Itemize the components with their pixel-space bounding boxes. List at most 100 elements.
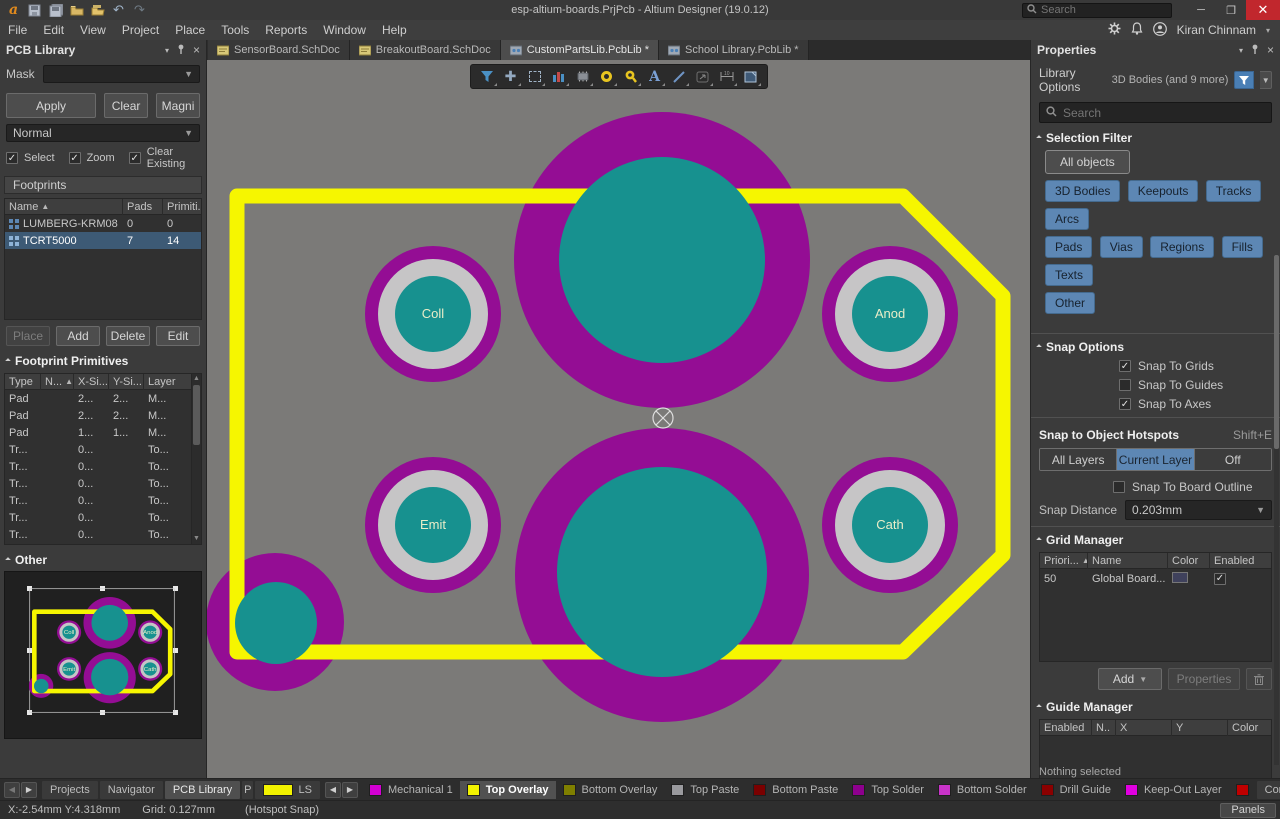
doc-tab-schoollibrary[interactable]: School Library.PcbLib * — [659, 40, 809, 60]
pcb-editor-canvas[interactable]: Coll Anod Emit Cath ✚ A 10 — [207, 60, 1030, 778]
gm-col-name[interactable]: Name — [1088, 553, 1168, 569]
mask-mode-combo[interactable]: Normal ▼ — [6, 124, 200, 142]
fp-col-pads[interactable]: Pads — [123, 199, 163, 215]
gu-col-enabled[interactable]: Enabled — [1040, 720, 1092, 736]
gu-col-y[interactable]: Y — [1172, 720, 1228, 736]
via-tool-icon[interactable] — [620, 66, 642, 87]
layer-tab-top-paste[interactable]: Top Paste — [664, 781, 746, 799]
snap-options-section[interactable]: Snap Options — [1031, 340, 1280, 354]
layer-tabs-next-icon[interactable]: ▶ — [342, 782, 358, 798]
pr-col-xsize[interactable]: X-Si... — [74, 374, 109, 390]
panels-button[interactable]: Panels — [1220, 803, 1276, 818]
snap-distance-combo[interactable]: 0.203mm ▼ — [1125, 500, 1272, 520]
panel-tabs-next-icon[interactable]: ▶ — [21, 782, 37, 798]
user-name[interactable]: Kiran Chinnam — [1177, 23, 1256, 37]
clear-existing-checkbox[interactable]: ✓ — [129, 152, 141, 164]
grid-add-button[interactable]: Add▼ — [1098, 668, 1162, 690]
layer-tab-clipped[interactable] — [1229, 781, 1256, 799]
gu-col-x[interactable]: X — [1116, 720, 1172, 736]
redo-icon[interactable]: ↷ — [132, 3, 147, 17]
selection-filter-section[interactable]: Selection Filter — [1031, 131, 1280, 145]
open-file-icon[interactable] — [90, 3, 105, 17]
restore-button[interactable]: ❐ — [1216, 0, 1246, 20]
filter-tool-icon[interactable] — [476, 66, 498, 87]
user-menu-chevron-icon[interactable]: ▾ — [1266, 26, 1270, 35]
scroll-up-icon[interactable]: ▲ — [192, 374, 201, 384]
pr-col-type[interactable]: Type — [5, 374, 41, 390]
dimension-tool-icon[interactable]: 10 — [716, 66, 738, 87]
fp-col-primitives[interactable]: Primiti... — [163, 199, 201, 215]
panel-close-icon[interactable]: × — [193, 43, 200, 57]
pr-col-ysize[interactable]: Y-Si... — [109, 374, 144, 390]
select-checkbox[interactable]: ✓ — [6, 152, 18, 164]
primitive-row[interactable]: Tr...0...To... — [5, 492, 191, 509]
grid-color-swatch[interactable] — [1172, 572, 1188, 583]
layer-tabs-prev-icon[interactable]: ◀ — [325, 782, 341, 798]
component-tool-icon[interactable] — [572, 66, 594, 87]
panel-close-icon[interactable]: × — [1267, 43, 1274, 57]
primitive-row[interactable]: Pad2...2...M... — [5, 390, 191, 407]
object-filter-button[interactable] — [1234, 71, 1254, 89]
panel-dropdown-icon[interactable]: ▾ — [165, 46, 169, 55]
panel-pin-icon[interactable] — [177, 43, 185, 57]
menu-window[interactable]: Window — [315, 20, 374, 40]
move-tool-icon[interactable]: ✚ — [500, 66, 522, 87]
clear-button[interactable]: Clear — [104, 93, 148, 118]
guide-manager-section[interactable]: Guide Manager — [1031, 700, 1280, 714]
filter-3d-bodies-button[interactable]: 3D Bodies — [1045, 180, 1120, 202]
pad-1-hole[interactable] — [559, 157, 765, 363]
tab-components[interactable]: Components — [1257, 781, 1280, 799]
scroll-down-icon[interactable]: ▼ — [192, 534, 201, 544]
primitive-row[interactable]: Tr...0...To... — [5, 458, 191, 475]
primitive-row[interactable]: Tr...0...To... — [5, 509, 191, 526]
primitives-scrollbar[interactable]: ▲ ▼ — [191, 374, 201, 544]
save-icon[interactable] — [27, 3, 42, 17]
gm-col-priority[interactable]: Priori...▲ — [1040, 553, 1088, 569]
layer-set-indicator[interactable]: LS — [255, 781, 319, 799]
gm-col-enabled[interactable]: Enabled — [1210, 553, 1271, 569]
menu-place[interactable]: Place — [167, 20, 213, 40]
snap-to-axes-checkbox[interactable]: ✓ — [1119, 398, 1131, 410]
doc-tab-breakoutboard[interactable]: BreakoutBoard.SchDoc — [350, 40, 501, 60]
properties-search[interactable] — [1039, 102, 1272, 123]
notifications-bell-icon[interactable] — [1131, 22, 1143, 38]
filter-texts-button[interactable]: Texts — [1045, 264, 1093, 286]
filter-vias-button[interactable]: Vias — [1100, 236, 1143, 258]
grid-manager-section[interactable]: Grid Manager — [1031, 533, 1280, 547]
gear-icon[interactable] — [1108, 22, 1121, 38]
pr-col-layer[interactable]: Layer — [144, 374, 191, 390]
footprint-preview[interactable]: Coll Anod Emit Cath — [4, 571, 202, 739]
polygon-pour-tool-icon[interactable] — [740, 66, 762, 87]
gu-col-n[interactable]: N.. — [1092, 720, 1116, 736]
menu-file[interactable]: File — [0, 20, 35, 40]
primitive-row[interactable]: Pad1...1...M... — [5, 424, 191, 441]
minimize-button[interactable]: ─ — [1186, 0, 1216, 20]
close-button[interactable]: ✕ — [1246, 0, 1280, 20]
layer-tab-drill-guide[interactable]: Drill Guide — [1034, 781, 1118, 799]
grid-row-global-board[interactable]: 50 Global Board... ✓ — [1040, 569, 1271, 588]
delete-button[interactable]: Delete — [106, 326, 150, 346]
footprint-primitives-section[interactable]: Footprint Primitives — [0, 354, 206, 368]
pad-tool-icon[interactable] — [596, 66, 618, 87]
layer-tab-bottom-overlay[interactable]: Bottom Overlay — [556, 781, 665, 799]
layer-tab-bottom-paste[interactable]: Bottom Paste — [746, 781, 845, 799]
seg-all-layers[interactable]: All Layers — [1040, 449, 1117, 470]
select-area-tool-icon[interactable] — [524, 66, 546, 87]
snap-to-guides-checkbox[interactable] — [1119, 379, 1131, 391]
tab-projects[interactable]: Projects — [42, 781, 98, 799]
seg-current-layer[interactable]: Current Layer — [1117, 449, 1194, 470]
layer-tab-top-solder[interactable]: Top Solder — [845, 781, 931, 799]
edit-button[interactable]: Edit — [156, 326, 200, 346]
layer-tab-top-overlay[interactable]: Top Overlay — [460, 781, 556, 799]
tab-clipped[interactable]: P — [242, 781, 253, 799]
titlebar-search-input[interactable] — [1041, 4, 1167, 16]
pad-2-hole[interactable] — [557, 467, 767, 677]
magnify-button[interactable]: Magni — [156, 93, 200, 118]
mask-combo[interactable]: ▼ — [43, 65, 200, 83]
snap-to-board-outline-checkbox[interactable] — [1113, 481, 1125, 493]
pad-corner-hole[interactable] — [235, 582, 317, 664]
filter-all-objects-button[interactable]: All objects — [1045, 150, 1130, 174]
primitive-row[interactable]: Pad2...2...M... — [5, 407, 191, 424]
menu-tools[interactable]: Tools — [213, 20, 257, 40]
string-tool-icon[interactable]: A — [644, 66, 666, 87]
